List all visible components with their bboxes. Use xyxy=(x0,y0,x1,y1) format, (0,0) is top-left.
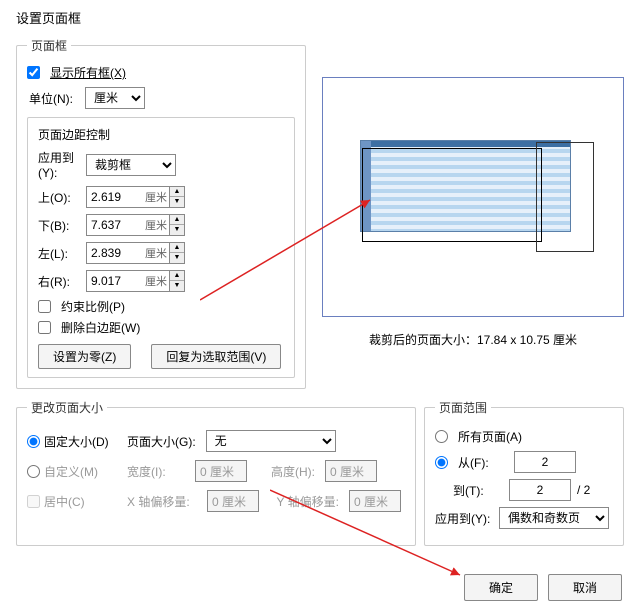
cancel-button[interactable]: 取消 xyxy=(548,574,622,601)
page-frame-legend: 页面框 xyxy=(27,37,71,54)
bottom-margin-input[interactable] xyxy=(87,215,145,235)
page-preview xyxy=(322,77,624,317)
all-pages-label: 所有页面(A) xyxy=(458,428,522,445)
show-all-frames-label: 显示所有框(X) xyxy=(50,64,126,81)
page-range-legend: 页面范围 xyxy=(435,399,491,416)
bottom-margin-input-wrap[interactable]: 厘米 ▲ ▼ xyxy=(86,214,185,236)
preview-caption: 裁剪后的页面大小：17.84 x 10.75 厘米 xyxy=(322,331,624,348)
width-input xyxy=(195,460,247,482)
top-margin-input[interactable] xyxy=(87,187,145,207)
top-margin-label: 上(O): xyxy=(38,189,86,206)
remove-white-margins-label: 删除白边距(W) xyxy=(61,319,140,336)
top-margin-input-wrap[interactable]: 厘米 ▲ ▼ xyxy=(86,186,185,208)
show-all-frames-checkbox[interactable] xyxy=(27,66,40,79)
top-margin-unit: 厘米 xyxy=(145,189,169,205)
left-margin-label: 左(L): xyxy=(38,245,86,262)
set-to-zero-button[interactable]: 设置为零(Z) xyxy=(38,344,131,369)
bottom-margin-unit: 厘米 xyxy=(145,217,169,233)
right-margin-label: 右(R): xyxy=(38,273,86,290)
right-margin-input-wrap[interactable]: 厘米 ▲ ▼ xyxy=(86,270,185,292)
from-page-label: 从(F): xyxy=(458,454,508,471)
top-margin-down[interactable]: ▼ xyxy=(170,197,184,207)
left-margin-down[interactable]: ▼ xyxy=(170,253,184,263)
page-total-label: / 2 xyxy=(577,483,590,497)
remove-white-margins-checkbox[interactable] xyxy=(38,321,51,334)
bottom-margin-label: 下(B): xyxy=(38,217,86,234)
constrain-proportions-label: 约束比例(P) xyxy=(61,298,125,315)
left-margin-unit: 厘米 xyxy=(145,245,169,261)
from-page-radio[interactable] xyxy=(435,456,448,469)
yoffset-label: Y 轴偏移量: xyxy=(269,493,339,510)
to-page-label: 到(T): xyxy=(453,482,503,499)
left-margin-input[interactable] xyxy=(87,243,145,263)
dialog-title: 设置页面框 xyxy=(16,8,624,27)
margin-control-group: 页面边距控制 应用到(Y): 裁剪框 上(O): 厘米 xyxy=(27,117,295,378)
from-page-input[interactable] xyxy=(514,451,576,473)
page-size-label: 页面大小(G): xyxy=(127,433,196,450)
right-margin-input[interactable] xyxy=(87,271,145,291)
bottom-margin-down[interactable]: ▼ xyxy=(170,225,184,235)
custom-size-radio[interactable] xyxy=(27,465,40,478)
apply-to-select[interactable]: 裁剪框 xyxy=(86,154,176,176)
center-label: 居中(C) xyxy=(44,493,85,510)
yoffset-input xyxy=(349,490,401,512)
right-margin-down[interactable]: ▼ xyxy=(170,281,184,291)
right-margin-unit: 厘米 xyxy=(145,273,169,289)
page-size-select[interactable]: 无 xyxy=(206,430,336,452)
height-input xyxy=(325,460,377,482)
top-margin-up[interactable]: ▲ xyxy=(170,187,184,197)
margin-group-title: 页面边距控制 xyxy=(38,126,284,143)
xoffset-input xyxy=(207,490,259,512)
fixed-size-label: 固定大小(D) xyxy=(44,433,109,450)
width-label: 宽度(I): xyxy=(127,463,185,480)
apply-to-label: 应用到(Y): xyxy=(38,149,86,180)
bottom-margin-up[interactable]: ▲ xyxy=(170,215,184,225)
left-margin-up[interactable]: ▲ xyxy=(170,243,184,253)
constrain-proportions-checkbox[interactable] xyxy=(38,300,51,313)
xoffset-label: X 轴偏移量: xyxy=(127,493,197,510)
range-apply-label: 应用到(Y): xyxy=(435,510,493,527)
unit-select[interactable]: 厘米 xyxy=(85,87,145,109)
page-frame-group: 页面框 显示所有框(X) 单位(N): 厘米 页面边距控制 应用到(Y): xyxy=(16,37,306,389)
preview-crop-frame-2 xyxy=(536,142,594,252)
right-margin-up[interactable]: ▲ xyxy=(170,271,184,281)
to-page-input[interactable] xyxy=(509,479,571,501)
height-label: 高度(H): xyxy=(257,463,315,480)
change-page-size-legend: 更改页面大小 xyxy=(27,399,107,416)
unit-label: 单位(N): xyxy=(29,90,79,107)
center-checkbox xyxy=(27,495,40,508)
preview-page xyxy=(356,132,591,262)
ok-button[interactable]: 确定 xyxy=(464,574,538,601)
fixed-size-radio[interactable] xyxy=(27,435,40,448)
revert-to-selection-button[interactable]: 回复为选取范围(V) xyxy=(151,344,281,369)
all-pages-radio[interactable] xyxy=(435,430,448,443)
range-apply-select[interactable]: 偶数和奇数页 xyxy=(499,507,609,529)
preview-crop-frame xyxy=(362,148,542,242)
left-margin-input-wrap[interactable]: 厘米 ▲ ▼ xyxy=(86,242,185,264)
change-page-size-group: 更改页面大小 固定大小(D) 页面大小(G): 无 自定义(M) 宽度(I): xyxy=(16,399,416,546)
custom-size-label: 自定义(M) xyxy=(44,463,98,480)
page-range-group: 页面范围 所有页面(A) 从(F): 到(T): / 2 应用到(Y): 偶数和… xyxy=(424,399,624,546)
